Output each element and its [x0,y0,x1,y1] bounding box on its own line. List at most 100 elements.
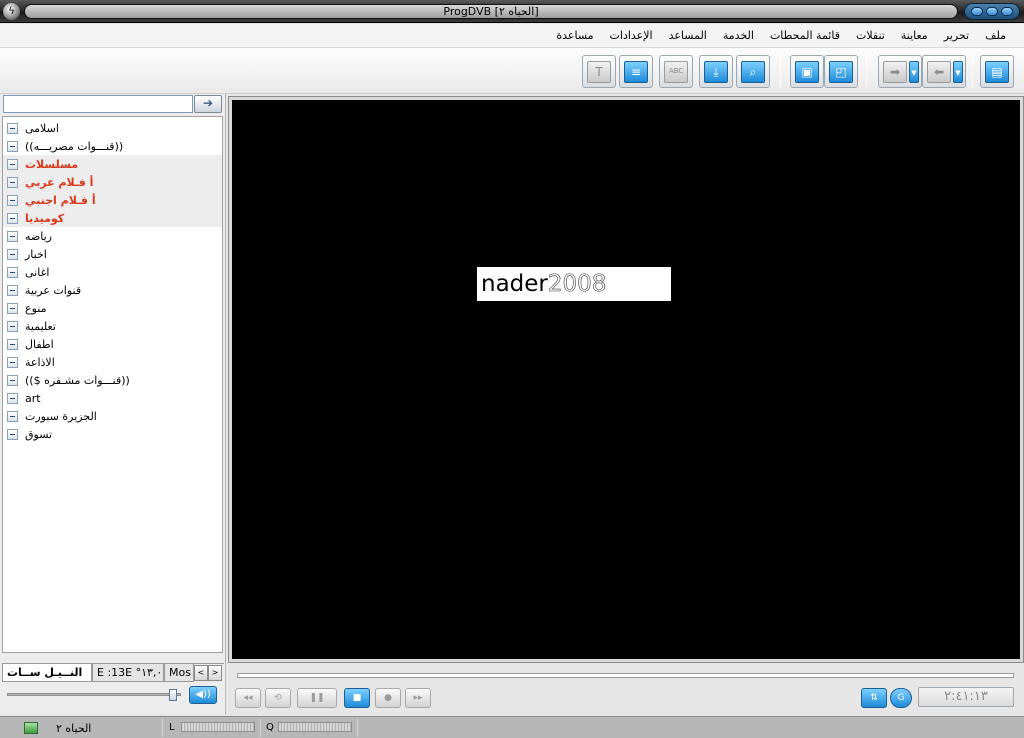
chevron-down-icon[interactable]: ▼ [909,61,919,83]
signal-quality-label: Q [266,722,274,733]
channel-group[interactable]: اسلامى [3,119,222,137]
collapse-icon[interactable] [7,266,18,278]
channel-group[interactable]: كوميديا [3,209,222,227]
video-display[interactable]: nader 2008 [232,100,1020,659]
record-button[interactable]: ● [375,688,401,708]
collapse-icon[interactable] [7,212,18,224]
menu-edit[interactable]: تحرير [936,29,977,42]
forward-button[interactable]: ➡ ▼ [878,55,922,88]
channel-group[interactable]: اغانى [3,263,222,281]
menu-service[interactable]: الخدمة [715,29,762,42]
stop-button[interactable]: ■ [344,688,370,708]
record-icon: ● [384,693,392,703]
channel-group[interactable]: أ فـلام اجنبي [3,191,222,209]
close-icon[interactable] [1000,7,1013,16]
collapse-icon[interactable] [7,248,18,260]
subtitles-button[interactable]: ABC [659,55,693,88]
arrow-right-icon: ➔ [202,96,214,110]
tab-prev-button[interactable]: < [194,665,208,681]
collapse-icon[interactable] [7,230,18,242]
collapse-icon[interactable] [7,374,18,386]
collapse-icon[interactable] [7,392,18,404]
channel-group[interactable]: أ فـلام عربي [3,173,222,191]
timeshift-button[interactable]: G [890,688,912,708]
channel-group-label: رياضه [25,229,52,243]
search-button[interactable]: ⌕ [736,55,770,88]
channel-group[interactable]: (($ قنـــوات مشـفره)) [3,371,222,389]
satellite-dish-icon[interactable]: ϟ [3,3,20,20]
channel-group[interactable]: مسلسلات [3,155,222,173]
video-frame: nader 2008 [228,96,1024,663]
menu-assistant[interactable]: المساعد [661,29,715,42]
audio-tracks-button[interactable]: ⇅ [861,688,887,708]
menu-file[interactable]: ملف [977,29,1014,42]
channel-panel: ➔ اسلامى ((قنـــوات مصريـــه)) مسلسلات أ فـ… [0,94,226,714]
channel-group-label: اسلامى [25,121,59,135]
collapse-icon[interactable] [7,158,18,170]
channel-group[interactable]: ((قنـــوات مصريـــه)) [3,137,222,155]
fullscreen-button[interactable]: ▣ [790,55,824,88]
channel-group-label: كوميديا [25,211,65,225]
status-separator [162,719,163,737]
previous-button[interactable]: ◂◂ [235,688,261,708]
go-button[interactable]: ➔ [194,95,222,113]
maximize-icon[interactable] [985,7,998,16]
list-button[interactable]: ≡ [619,55,653,88]
menu-view[interactable]: معاينة [893,29,936,42]
channel-group[interactable]: الاذاعة [3,353,222,371]
teletext-button[interactable]: T [582,55,616,88]
status-separator [357,719,358,737]
collapse-icon[interactable] [7,302,18,314]
pause-button[interactable]: ❚❚ [297,688,337,708]
signal-level-meter [181,722,255,732]
collapse-icon[interactable] [7,194,18,206]
tab-13e[interactable]: E :13E °١٣,٠ [92,664,164,682]
seek-bar[interactable] [237,673,1014,678]
teletext-icon: T [587,60,611,83]
rewind-button[interactable]: ⟲ [265,688,291,708]
channel-list-panel-button[interactable]: ▤ [980,55,1014,88]
channel-group[interactable]: الجزيرة سبورت [3,407,222,425]
channel-group-label: تعليمية [25,319,56,333]
collapse-icon[interactable] [7,338,18,350]
volume-slider-thumb[interactable] [169,689,178,701]
channel-group-label: art [25,391,41,405]
channel-group[interactable]: art [3,389,222,407]
tab-nilesat[interactable]: النــيـل ســات [2,664,92,682]
collapse-icon[interactable] [7,176,18,188]
chevron-down-icon[interactable]: ▼ [953,61,963,83]
mute-button[interactable]: ◀)) [189,686,217,704]
title-bar[interactable]: ϟ ProgDVB [الحياه ٢] [0,0,1024,23]
channel-group[interactable]: قنوات عربية [3,281,222,299]
channel-group[interactable]: اخبار [3,245,222,263]
window-mode-button[interactable]: ◰ [824,55,858,88]
record-download-button[interactable]: ⤓ [699,55,733,88]
collapse-icon[interactable] [7,140,18,152]
channel-group[interactable]: تعليمية [3,317,222,335]
menu-help[interactable]: مساعدة [548,29,601,42]
collapse-icon[interactable] [7,410,18,422]
tab-next-button[interactable]: > [208,665,222,681]
tab-mos[interactable]: Mos [164,664,194,682]
channel-group[interactable]: رياضه [3,227,222,245]
fullscreen-icon: ▣ [795,60,819,83]
search-input[interactable] [3,95,193,113]
collapse-icon[interactable] [7,320,18,332]
next-button[interactable]: ▸▸ [405,688,431,708]
channel-group-label: قنوات عربية [25,283,82,297]
back-button[interactable]: ⬅ ▼ [922,55,966,88]
collapse-icon[interactable] [7,428,18,440]
channel-group[interactable]: منوع [3,299,222,317]
channel-group[interactable]: اطفال [3,335,222,353]
collapse-icon[interactable] [7,356,18,368]
menu-settings[interactable]: الإعدادات [602,29,661,42]
collapse-icon[interactable] [7,122,18,134]
menu-navigation[interactable]: تنقلات [848,29,893,42]
volume-slider[interactable] [7,689,181,701]
minimize-icon[interactable] [971,7,984,16]
collapse-icon[interactable] [7,284,18,296]
channel-group[interactable]: تسوق [3,425,222,443]
channel-group-list[interactable]: اسلامى ((قنـــوات مصريـــه)) مسلسلات أ فـلا… [2,116,223,653]
title-track: ProgDVB [الحياه ٢] [24,4,958,19]
menu-channel-list[interactable]: قائمة المحطات [762,29,848,42]
